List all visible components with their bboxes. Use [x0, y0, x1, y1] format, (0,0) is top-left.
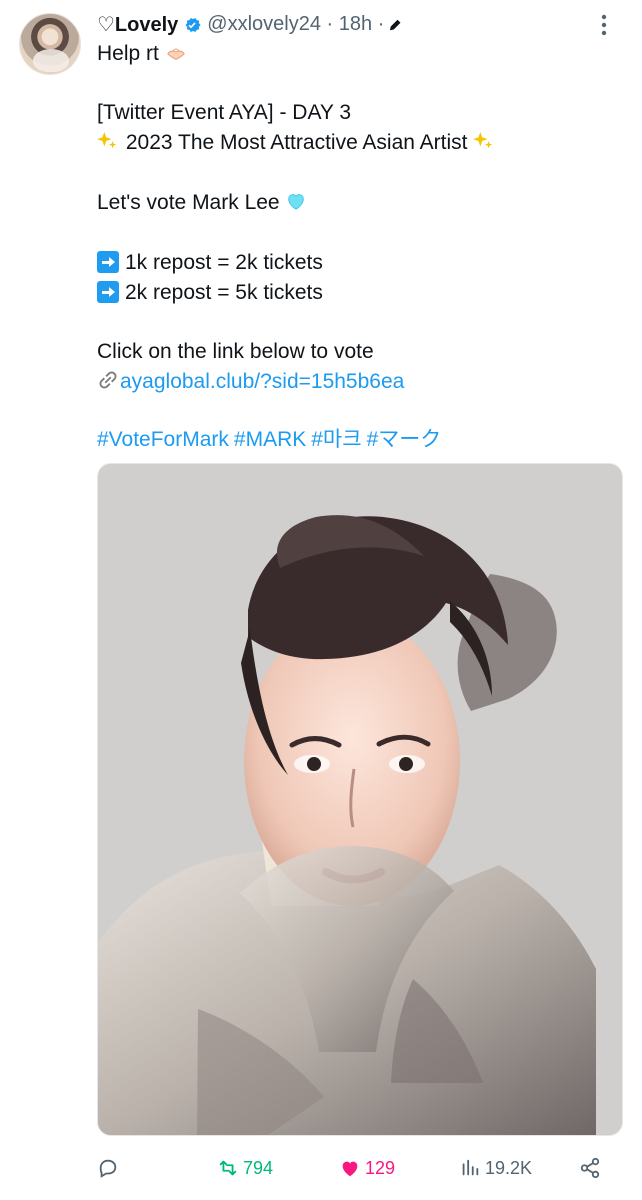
views-button[interactable]: 19.2K	[459, 1151, 532, 1185]
views-icon	[462, 1159, 479, 1176]
like-count: 129	[365, 1157, 396, 1178]
hashtag-mark[interactable]: #MARK	[234, 428, 306, 451]
sparkles-icon	[473, 130, 495, 152]
like-button[interactable]: 129	[339, 1151, 395, 1185]
tweet-actions: 794 129 19.2K	[97, 1151, 622, 1185]
hand-heart-icon	[166, 48, 185, 60]
tweet-line-6: 2k repost = 5k tickets	[97, 278, 323, 308]
tweet-line-1: Help rt	[97, 39, 188, 69]
tweet: ♡Lovely @xxlovely24 · 18h · Help rt [Twi…	[0, 0, 642, 1200]
sparkles-icon	[97, 130, 119, 152]
views-count: 19.2K	[485, 1157, 533, 1178]
verified-badge-icon	[185, 17, 201, 32]
avatar[interactable]	[19, 13, 81, 75]
edit-icon	[390, 19, 401, 30]
link-icon	[99, 371, 117, 389]
more-options-icon[interactable]	[593, 12, 615, 38]
hashtags: #VoteForMark #MARK #마크 #マーク	[97, 425, 446, 455]
vote-link[interactable]: ayaglobal.club/?sid=15h5b6ea	[120, 370, 404, 393]
light-blue-heart-icon	[288, 194, 305, 210]
heart-icon	[342, 1161, 358, 1177]
hashtag-mark-korean[interactable]: #마크	[311, 428, 361, 451]
tweet-photo[interactable]	[97, 463, 623, 1136]
timestamp: · 18h ·	[326, 13, 385, 35]
share-icon	[580, 1157, 600, 1179]
share-button[interactable]	[579, 1151, 601, 1185]
tweet-header: ♡Lovely @xxlovely24 · 18h ·	[97, 10, 622, 39]
reply-button[interactable]	[97, 1151, 119, 1185]
retweet-button[interactable]: 794	[217, 1151, 273, 1185]
right-arrow-icon	[97, 251, 119, 273]
display-name[interactable]: ♡Lovely	[97, 12, 178, 37]
tweet-line-4: Let's vote Mark Lee	[97, 188, 308, 218]
right-arrow-icon	[97, 281, 119, 303]
hashtag-mark-japanese[interactable]: #マーク	[367, 428, 442, 451]
tweet-line-5: 1k repost = 2k tickets	[97, 248, 323, 278]
reply-icon	[99, 1159, 117, 1178]
tweet-line-7: Click on the link below to vote	[97, 340, 374, 363]
handle[interactable]: @xxlovely24 · 18h ·	[207, 13, 384, 36]
tweet-line-3: 2023 The Most Attractive Asian Artist	[97, 128, 496, 158]
retweet-icon	[219, 1160, 237, 1176]
portrait-illustration	[98, 464, 622, 1135]
tweet-link-line: ayaglobal.club/?sid=15h5b6ea	[97, 367, 404, 397]
hashtag-voteformark[interactable]: #VoteForMark	[97, 428, 229, 451]
retweet-count: 794	[243, 1157, 274, 1178]
tweet-line-2: [Twitter Event AYA] - DAY 3	[97, 101, 352, 124]
